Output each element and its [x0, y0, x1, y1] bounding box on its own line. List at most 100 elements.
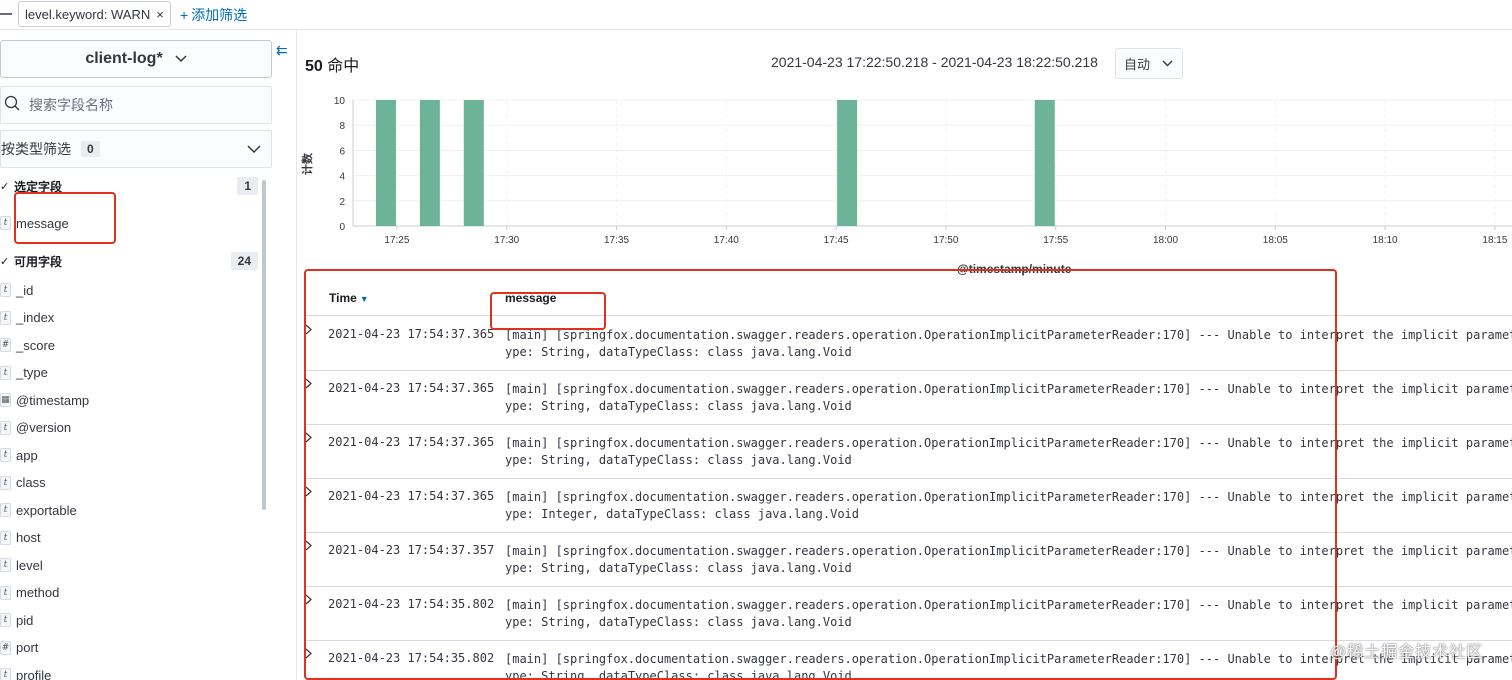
chevron-right-icon[interactable] — [305, 486, 312, 500]
filter-bar: level.keyword: WARN × + 添加筛选 — [0, 0, 1512, 30]
string-type-icon: t — [0, 448, 11, 462]
row-timestamp: 2021-04-23 17:54:35.802 — [328, 597, 495, 611]
interval-select[interactable]: 自动 — [1115, 48, 1183, 79]
filter-pill-level-warn[interactable]: level.keyword: WARN × — [18, 1, 171, 27]
selected-fields-section[interactable]: ✓ 选定字段 1 — [0, 174, 258, 198]
field-item-pid[interactable]: t pid — [0, 609, 258, 631]
x-tick-label: 18:15 — [1482, 235, 1507, 246]
field-item-message[interactable]: t message — [0, 212, 258, 234]
field-item-score[interactable]: # _score — [0, 334, 258, 356]
table-row[interactable]: 2021-04-23 17:54:37.357 [main] [springfox… — [305, 533, 1512, 587]
field-item-id[interactable]: t _id — [0, 279, 258, 301]
y-tick-label: 6 — [339, 146, 345, 157]
field-item-host[interactable]: t host — [0, 527, 258, 549]
y-tick-label: 0 — [339, 222, 345, 233]
string-type-icon: t — [0, 475, 11, 490]
number-type-icon: # — [0, 640, 11, 655]
selected-fields-label: 选定字段 — [14, 179, 63, 194]
x-tick-label: 17:25 — [384, 235, 409, 246]
field-item-exportable[interactable]: t exportable — [0, 499, 258, 521]
column-header-time[interactable]: Time ▼ — [329, 291, 369, 305]
histogram-chart: 0 2 4 6 8 10 17:25 17:30 17:35 17:40 17:45 17:50 17:… — [297, 88, 1512, 278]
string-type-icon: t — [0, 420, 11, 435]
histogram-bar — [1034, 100, 1055, 226]
number-type-icon: # — [0, 338, 11, 352]
histogram-bar — [837, 100, 858, 226]
field-item-profile[interactable]: t profile — [0, 664, 258, 680]
histogram-bar — [419, 100, 440, 226]
histogram-bar — [463, 100, 484, 226]
index-pattern-select[interactable]: client-log* — [0, 40, 272, 78]
field-name: _id — [16, 282, 34, 298]
available-fields-label: 可用字段 — [14, 254, 63, 269]
row-message-line: [main] [springfox.documentation.swagger.… — [505, 544, 1512, 558]
y-axis-label: 计数 — [300, 152, 314, 175]
sort-desc-icon[interactable]: ▼ — [360, 294, 369, 304]
string-type-icon: t — [0, 585, 11, 600]
x-tick-label: 17:55 — [1043, 235, 1068, 246]
string-type-icon: t — [0, 503, 11, 517]
x-tick-label: 17:45 — [824, 235, 849, 246]
table-row[interactable]: 2021-04-23 17:54:35.802 [main] [springfox… — [305, 587, 1512, 641]
chevron-right-icon[interactable] — [305, 594, 312, 608]
chevron-right-icon[interactable] — [305, 540, 312, 554]
date-type-icon: ▦ — [0, 393, 11, 407]
field-name: profile — [16, 667, 52, 680]
available-fields-section[interactable]: ✓ 可用字段 24 — [0, 249, 258, 273]
field-search-input[interactable] — [29, 97, 259, 113]
chevron-down-icon — [1162, 58, 1173, 70]
string-type-icon: t — [0, 613, 11, 627]
field-item-type[interactable]: t _type — [0, 362, 258, 384]
string-type-icon: t — [0, 310, 11, 325]
sidebar-scrollbar[interactable] — [262, 180, 266, 510]
field-item-app[interactable]: t app — [0, 444, 258, 466]
row-message-line: [main] [springfox.documentation.swagger.… — [505, 490, 1512, 504]
row-timestamp: 2021-04-23 17:54:37.365 — [328, 435, 495, 449]
collapse-sidebar-icon[interactable]: ⇇ — [276, 42, 288, 59]
row-message-line: ype: String, dataTypeClass: class java.l… — [505, 399, 852, 413]
row-message-line: ype: String, dataTypeClass: class java.l… — [505, 561, 852, 575]
field-item-version[interactable]: t @version — [0, 417, 258, 439]
check-icon: ✓ — [0, 255, 10, 268]
table-row[interactable]: 2021-04-23 17:54:37.365 [main] [springfox… — [305, 317, 1512, 371]
field-item-port[interactable]: # port — [0, 637, 258, 659]
row-message: [main] [springfox.documentation.swagger.… — [505, 381, 1512, 415]
chevron-right-icon[interactable] — [305, 324, 312, 338]
filter-menu-icon[interactable] — [0, 13, 12, 15]
string-type-icon: t — [0, 530, 11, 545]
row-timestamp: 2021-04-23 17:54:37.365 — [328, 489, 495, 503]
field-item-class[interactable]: t class — [0, 472, 258, 494]
type-filter-button[interactable]: 按类型筛选 0 — [0, 130, 272, 168]
chevron-right-icon[interactable] — [305, 648, 312, 662]
table-row[interactable]: 2021-04-23 17:54:37.365 [main] [springfox… — [305, 371, 1512, 425]
chevron-right-icon[interactable] — [305, 432, 312, 446]
field-search — [0, 86, 272, 124]
column-header-message[interactable]: message — [505, 291, 556, 305]
field-name: _score — [16, 337, 56, 353]
row-timestamp: 2021-04-23 17:54:35.802 — [328, 651, 495, 665]
field-item-timestamp[interactable]: ▦ @timestamp — [0, 389, 258, 411]
field-item-level[interactable]: t level — [0, 554, 258, 576]
row-message-line: [main] [springfox.documentation.swagger.… — [505, 436, 1512, 450]
column-header-time-label: Time — [329, 291, 357, 305]
chevron-right-icon[interactable] — [305, 378, 312, 392]
chevron-down-icon — [175, 52, 187, 66]
add-filter-button[interactable]: + 添加筛选 — [180, 5, 247, 25]
table-row[interactable]: 2021-04-23 17:54:37.365 [main] [springfox… — [305, 479, 1512, 533]
close-icon[interactable]: × — [156, 7, 164, 22]
x-tick-label: 17:40 — [714, 235, 739, 246]
x-tick-label: 17:30 — [494, 235, 519, 246]
hits-counter: 50 命中 — [305, 52, 359, 76]
field-name: class — [16, 475, 46, 490]
table-row[interactable]: 2021-04-23 17:54:37.365 [main] [springfox… — [305, 425, 1512, 479]
field-name: @timestamp — [16, 392, 90, 408]
hits-label: 命中 — [327, 58, 360, 75]
field-item-index[interactable]: t _index — [0, 307, 258, 329]
x-tick-label: 17:50 — [933, 235, 958, 246]
row-message-line: ype: String, dataTypeClass: class java.l… — [505, 345, 852, 359]
hits-count: 50 — [305, 58, 323, 75]
field-item-method[interactable]: t method — [0, 582, 258, 604]
search-icon — [1, 95, 23, 116]
y-tick-label: 8 — [339, 121, 345, 132]
x-tick-label: 18:10 — [1373, 235, 1398, 246]
